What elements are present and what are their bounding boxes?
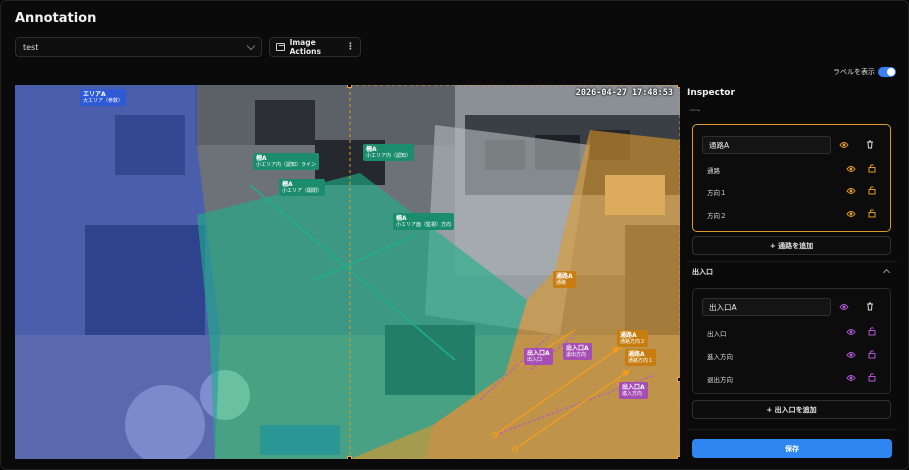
tag-sub: 進入方向 (622, 391, 643, 397)
tag-sub: 通路 (556, 280, 567, 286)
eye-icon[interactable] (846, 209, 856, 219)
tag-area-a[interactable]: エリアA 大エリア（参数） (80, 89, 127, 106)
tag-title: 柵A (366, 146, 377, 153)
inspector-scrolled-header: 通路 (689, 103, 889, 111)
tag-title: 柵A (396, 215, 407, 222)
passage-row-label: 方向２ (707, 212, 727, 220)
image-actions-label: Image Actions (289, 38, 321, 56)
eye-icon[interactable] (846, 327, 856, 337)
lock-open-icon[interactable] (867, 163, 877, 173)
add-exit-button[interactable]: + 出入口を追加 (692, 400, 891, 419)
tag-title: 柵A (282, 181, 293, 188)
tag-fence-a4[interactable]: 柵A 小エリア面（監視）方向 (393, 213, 455, 230)
exit-name-input[interactable]: 出入口A (702, 298, 831, 316)
passage-row-label: 方向１ (707, 189, 727, 197)
tag-title: 通路A (620, 332, 637, 339)
exit-card[interactable]: 出入口A 出入口 進入方向 退出方向 (692, 288, 891, 394)
resize-handle[interactable] (677, 377, 680, 382)
tag-fence-a1[interactable]: 柵A 小エリア内（認知）ライン (253, 153, 320, 170)
inspector-title: Inspector (687, 88, 735, 98)
app-window: Annotation test Image Actions ⋮ ラベルを表示 2… (0, 0, 909, 470)
resize-handle[interactable] (347, 85, 352, 88)
resize-handle[interactable] (347, 456, 352, 459)
tag-sub: 通路方向２ (620, 339, 646, 345)
tag-sub: 小エリア内（認知） (366, 153, 412, 159)
tag-sub: 大エリア（参数） (83, 98, 124, 104)
eye-icon[interactable] (839, 302, 849, 312)
tag-sub: 退出方向 (566, 352, 587, 358)
resize-handle[interactable] (677, 456, 680, 459)
tag-exit-a2[interactable]: 出入口A 退出方向 (563, 343, 592, 360)
section-divider (687, 261, 897, 262)
tag-exit-a1[interactable]: 出入口A 出入口 (524, 348, 553, 365)
trash-icon[interactable] (865, 139, 875, 149)
lock-open-icon[interactable] (867, 326, 877, 336)
tag-exit-a3[interactable]: 出入口A 進入方向 (619, 382, 648, 399)
eye-icon[interactable] (839, 140, 849, 150)
canvas-scene (15, 85, 680, 459)
tag-sub: 小エリア内（認知）ライン (256, 162, 317, 168)
show-labels-toggle[interactable] (878, 67, 896, 77)
eye-icon[interactable] (846, 186, 856, 196)
save-button[interactable]: 保存 (692, 439, 892, 458)
eye-icon[interactable] (846, 350, 856, 360)
passage-card[interactable]: 通路A 通路 方向１ 方向２ (692, 124, 891, 232)
passage-row-label: 通路 (707, 167, 720, 175)
exit-section-title: 出入口 (692, 268, 713, 276)
tag-title: 通路A (556, 273, 573, 280)
chevron-up-icon[interactable] (882, 268, 891, 277)
passage-name-input[interactable]: 通路A (702, 136, 831, 154)
trash-icon[interactable] (865, 301, 875, 311)
lock-open-icon[interactable] (867, 185, 877, 195)
tag-title: 出入口A (527, 350, 550, 357)
tag-title: 出入口A (622, 384, 645, 391)
tag-sub: 通路方向１ (628, 358, 654, 364)
tag-title: 出入口A (566, 345, 589, 352)
project-select[interactable]: test (15, 37, 262, 57)
tag-sub: 出入口 (527, 357, 543, 363)
project-select-value: test (23, 42, 39, 52)
image-icon (276, 43, 285, 51)
tag-title: エリアA (83, 91, 106, 98)
lock-open-icon[interactable] (867, 349, 877, 359)
annotation-canvas[interactable]: 2026-04-27 17:48:53 エリアA 大エリア（参数） 柵A 小エリア内… (15, 85, 680, 459)
tag-title: 通路A (628, 351, 645, 358)
tag-sub: 小エリア面（監視）方向 (396, 222, 452, 228)
tag-sub: 小エリア（開閉） (282, 188, 323, 194)
show-labels-label: ラベルを表示 (833, 68, 875, 76)
chevron-down-icon (246, 41, 256, 50)
tag-passage-a2[interactable]: 通路A 通路方向２ (617, 330, 649, 347)
exit-row-label: 進入方向 (707, 353, 733, 361)
page-title: Annotation (15, 11, 97, 26)
more-vertical-icon: ⋮ (346, 42, 355, 52)
tag-passage-a1[interactable]: 通路A 通路 (553, 271, 576, 288)
section-divider (687, 429, 897, 430)
exit-row-label: 出入口 (707, 330, 727, 338)
eye-icon[interactable] (846, 373, 856, 383)
tag-fence-a3[interactable]: 柵A 小エリア内（認知） (363, 144, 415, 161)
toggle-knob (887, 68, 895, 76)
image-actions-button[interactable]: Image Actions ⋮ (269, 37, 361, 57)
tag-fence-a2[interactable]: 柵A 小エリア（開閉） (279, 179, 326, 196)
lock-open-icon[interactable] (867, 372, 877, 382)
eye-icon[interactable] (846, 164, 856, 174)
exit-row-label: 退出方向 (707, 376, 733, 384)
canvas-timestamp: 2026-04-27 17:48:53 (575, 88, 673, 98)
lock-open-icon[interactable] (867, 208, 877, 218)
tag-title: 柵A (256, 155, 267, 162)
add-passage-button[interactable]: + 通路を追加 (692, 236, 891, 255)
resize-handle[interactable] (677, 85, 680, 88)
tag-passage-a3[interactable]: 通路A 通路方向１ (625, 349, 657, 366)
